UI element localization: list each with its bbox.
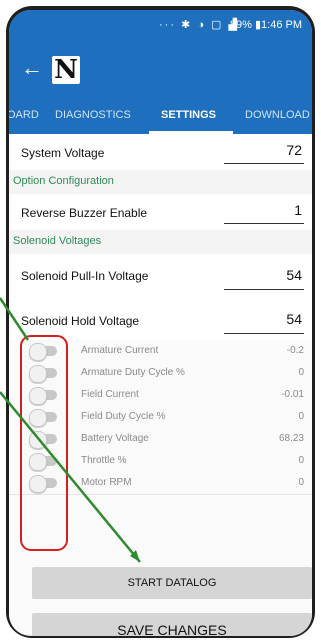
toggle-switch[interactable] xyxy=(29,431,57,449)
section-title: Option Configuration xyxy=(13,175,114,187)
datalog-label: Throttle % xyxy=(81,455,127,466)
input-underline xyxy=(224,163,304,164)
datalog-label: Motor RPM xyxy=(81,477,132,488)
system-voltage-row: System Voltage 72 xyxy=(9,134,312,171)
datalog-item: Field Current -0.01 xyxy=(9,384,312,407)
datalog-value: 0 xyxy=(298,367,304,378)
datalog-item: Battery Voltage 68.23 xyxy=(9,428,312,451)
toggle-knob xyxy=(29,475,47,493)
pull-in-voltage-row: Solenoid Pull-In Voltage 54 xyxy=(9,254,312,297)
hold-voltage-row: Solenoid Hold Voltage 54 xyxy=(9,296,312,341)
section-solenoid-voltages: Solenoid Voltages xyxy=(9,230,312,255)
hold-voltage-input[interactable]: 54 xyxy=(286,311,302,327)
datalog-value: 0 xyxy=(298,455,304,466)
datalog-label: Field Current xyxy=(81,389,139,400)
toggle-knob xyxy=(29,365,47,383)
datalog-item: Motor RPM 0 xyxy=(9,472,312,495)
input-underline xyxy=(224,223,304,224)
toggle-switch[interactable] xyxy=(29,387,57,405)
system-voltage-input[interactable]: 72 xyxy=(286,142,302,158)
phone-frame: ··· ✱ ◑ ▢ ▟ 89% ▮1:46 PM ← N OARD DIAGNO… xyxy=(6,6,315,638)
toggle-knob xyxy=(29,431,47,449)
tab-bar: OARD DIAGNOSTICS SETTINGS DOWNLOAD xyxy=(9,98,312,134)
toggle-knob xyxy=(29,387,47,405)
pull-in-voltage-input[interactable]: 54 xyxy=(286,267,302,283)
input-underline xyxy=(224,289,304,290)
hold-voltage-label: Solenoid Hold Voltage xyxy=(21,314,140,328)
tab-settings[interactable]: SETTINGS xyxy=(161,109,216,121)
datalog-item: Armature Current -0.2 xyxy=(9,340,312,363)
datalog-label: Armature Current xyxy=(81,345,159,356)
app-bar: ← N xyxy=(9,42,312,98)
datalog-label: Field Duty Cycle % xyxy=(81,411,166,422)
tab-diagnostics[interactable]: DIAGNOSTICS xyxy=(55,109,131,121)
app-screen: ··· ✱ ◑ ▢ ▟ 89% ▮1:46 PM ← N OARD DIAGNO… xyxy=(9,10,312,636)
reverse-buzzer-row: Reverse Buzzer Enable 1 xyxy=(9,194,312,231)
start-datalog-button[interactable]: START DATALOG xyxy=(32,567,312,599)
settings-content: System Voltage 72 Option Configuration R… xyxy=(9,134,312,636)
toggle-switch[interactable] xyxy=(29,343,57,361)
toggle-knob xyxy=(29,409,47,427)
reverse-buzzer-label: Reverse Buzzer Enable xyxy=(21,206,148,220)
tab-dashboard[interactable]: OARD xyxy=(9,109,39,121)
tab-download[interactable]: DOWNLOAD xyxy=(245,109,310,121)
system-voltage-label: System Voltage xyxy=(21,146,105,160)
arrow-left-icon[interactable]: ← xyxy=(21,54,43,82)
datalog-value: -0.2 xyxy=(286,345,304,356)
datalog-value: 0 xyxy=(298,477,304,488)
toggle-switch[interactable] xyxy=(29,475,57,493)
datalog-value: 68.23 xyxy=(278,433,304,444)
section-option-configuration: Option Configuration xyxy=(9,170,312,195)
toggle-switch[interactable] xyxy=(29,365,57,383)
datalog-item: Throttle % 0 xyxy=(9,450,312,473)
app-logo: N xyxy=(52,56,80,84)
section-title: Solenoid Voltages xyxy=(13,235,102,247)
datalog-label: Armature Duty Cycle % xyxy=(81,367,185,378)
toggle-knob xyxy=(29,453,47,471)
status-icons: ··· ✱ ◑ ▢ ▟ xyxy=(159,19,239,31)
datalog-label: Battery Voltage xyxy=(81,433,149,444)
toggle-switch[interactable] xyxy=(29,409,57,427)
status-bar: ··· ✱ ◑ ▢ ▟ 89% ▮1:46 PM xyxy=(9,10,312,42)
datalog-value: 0 xyxy=(298,411,304,422)
datalog-value: -0.01 xyxy=(281,389,304,400)
status-text: 89% ▮1:46 PM xyxy=(229,19,302,31)
input-underline xyxy=(224,333,304,334)
toggle-switch[interactable] xyxy=(29,453,57,471)
pull-in-voltage-label: Solenoid Pull-In Voltage xyxy=(21,269,149,283)
toggle-knob xyxy=(29,343,47,361)
save-changes-button[interactable]: SAVE CHANGES xyxy=(32,613,312,636)
datalog-item: Armature Duty Cycle % 0 xyxy=(9,362,312,385)
datalog-item: Field Duty Cycle % 0 xyxy=(9,406,312,429)
reverse-buzzer-input[interactable]: 1 xyxy=(294,202,302,218)
